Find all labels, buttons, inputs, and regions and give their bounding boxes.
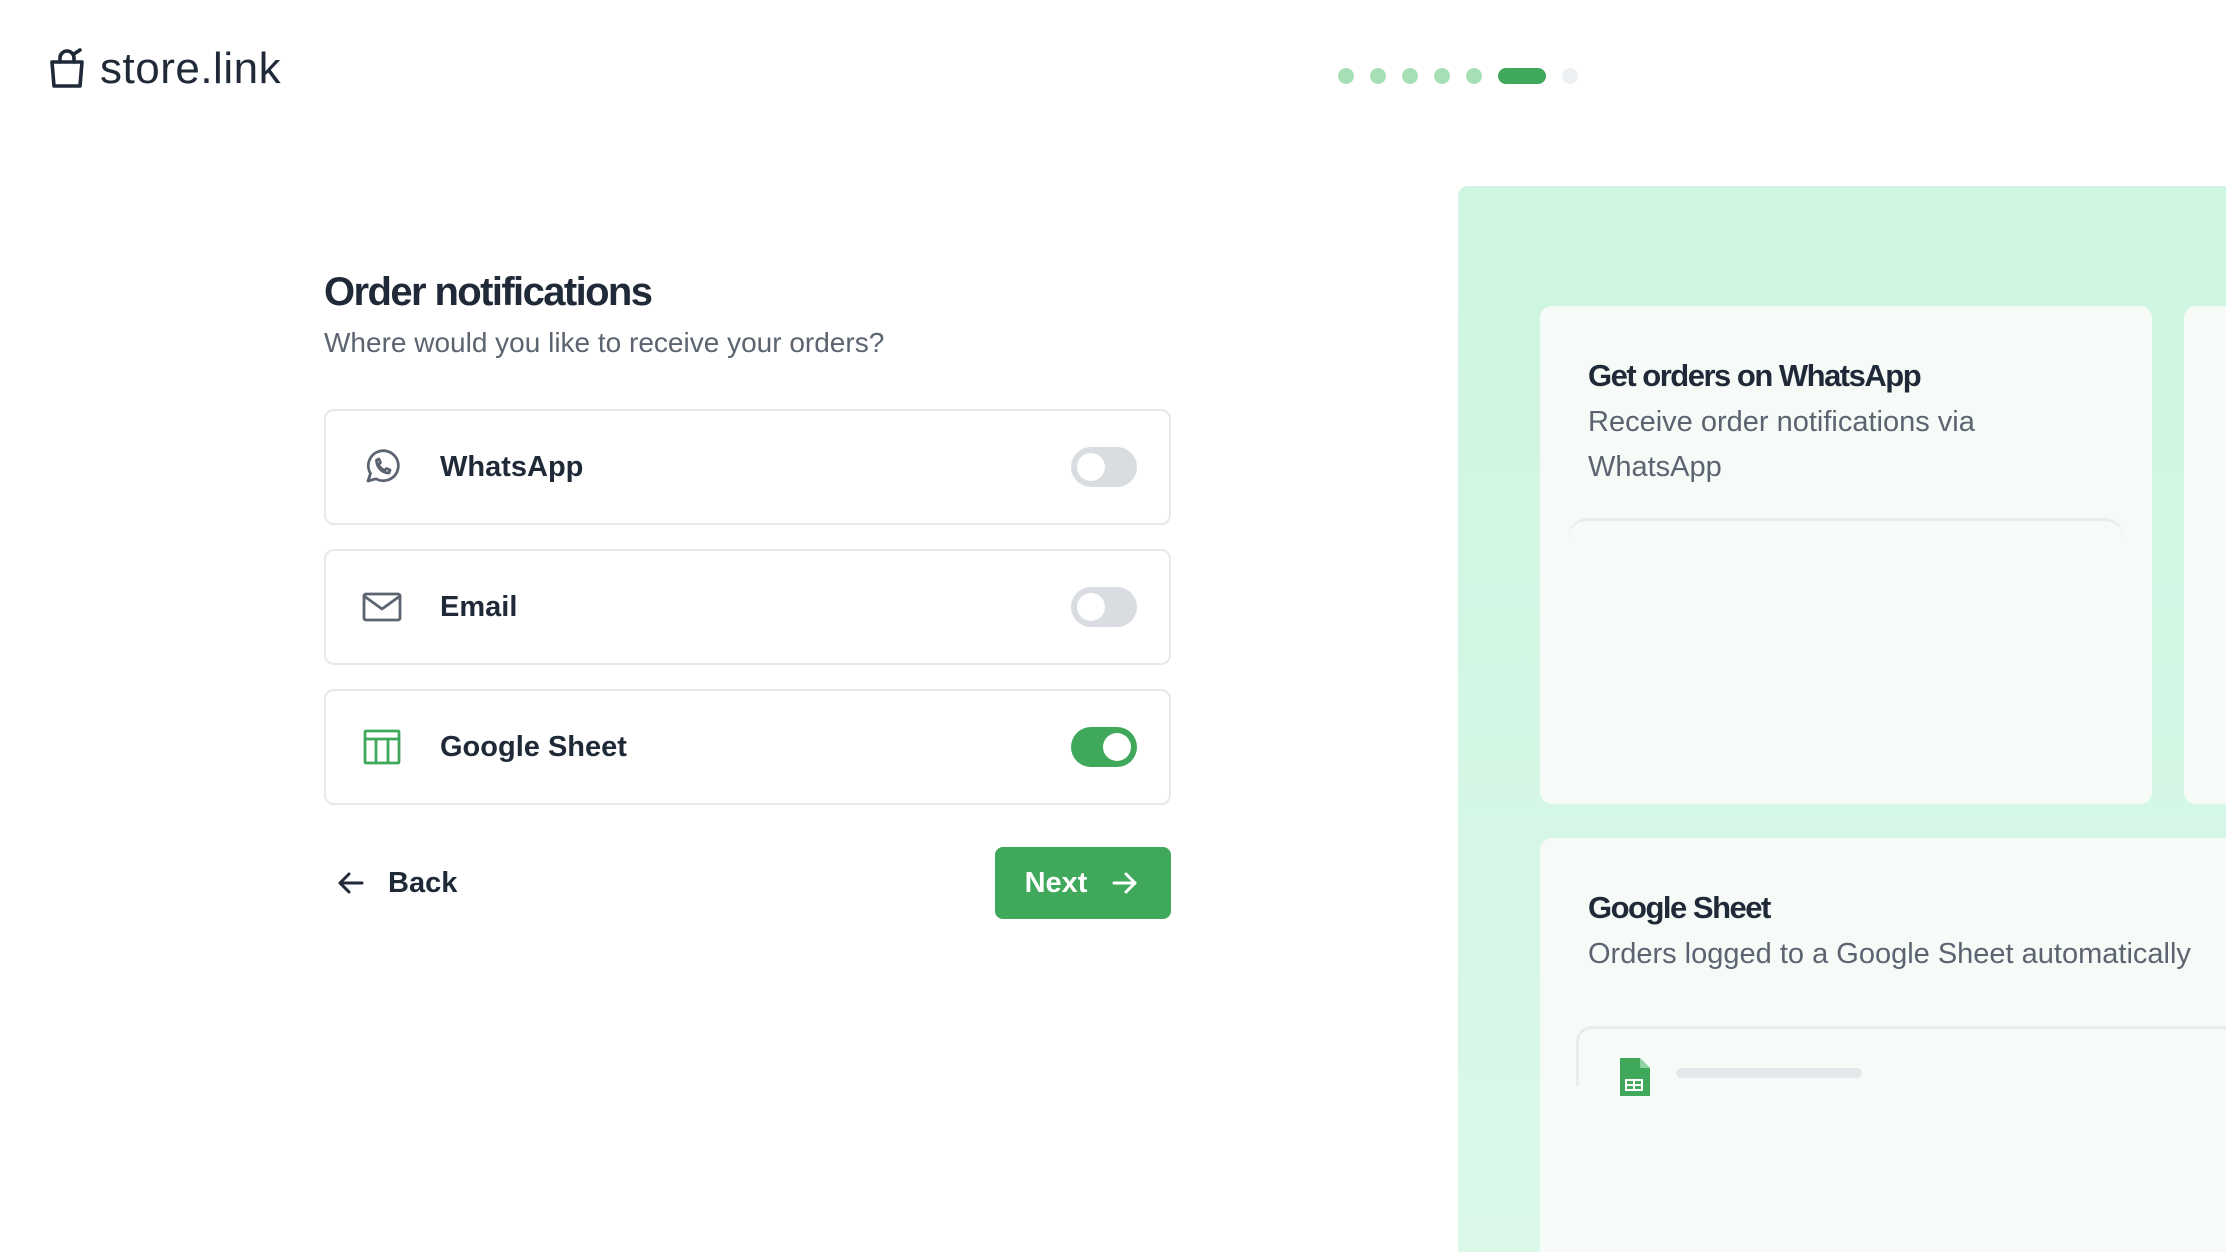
whatsapp-card-description: Receive order notifications via WhatsApp bbox=[1588, 406, 1975, 483]
progress-step-7 bbox=[1562, 68, 1578, 84]
toggle-knob bbox=[1077, 593, 1105, 621]
preview-panel: Get orders on WhatsApp Receive order not… bbox=[1458, 186, 2226, 1252]
option-label-whatsapp: WhatsApp bbox=[440, 450, 584, 483]
sheet-card-title: Google Sheet bbox=[1588, 890, 1771, 925]
whatsapp-preview-card: Get orders on WhatsApp Receive order not… bbox=[1540, 306, 2152, 804]
notifications-form: Order notifications Where would you like… bbox=[324, 270, 1171, 919]
option-label-google-sheet: Google Sheet bbox=[440, 730, 627, 763]
form-actions: Back Next bbox=[324, 847, 1171, 919]
progress-step-5 bbox=[1466, 68, 1482, 84]
back-label: Back bbox=[388, 866, 458, 899]
shopping-bag-icon bbox=[50, 48, 84, 88]
toggle-knob bbox=[1103, 733, 1131, 761]
step-progress bbox=[1338, 68, 1578, 84]
option-whatsapp[interactable]: WhatsApp bbox=[324, 409, 1171, 525]
whatsapp-toggle[interactable] bbox=[1071, 447, 1137, 487]
progress-step-4 bbox=[1434, 68, 1450, 84]
sheet-card-description: Orders logged to a Google Sheet automati… bbox=[1588, 938, 2191, 970]
page-title: Order notifications bbox=[324, 270, 653, 314]
page-subtitle: Where would you like to receive your ord… bbox=[324, 327, 885, 358]
table-icon bbox=[360, 725, 404, 769]
google-sheet-preview-card: Google Sheet Orders logged to a Google S… bbox=[1540, 838, 2226, 1252]
back-button[interactable]: Back bbox=[324, 866, 457, 900]
whatsapp-card-title: Get orders on WhatsApp bbox=[1588, 358, 1922, 393]
brand-name: store.link bbox=[100, 44, 282, 93]
option-email[interactable]: Email bbox=[324, 549, 1171, 665]
option-google-sheet[interactable]: Google Sheet bbox=[324, 689, 1171, 805]
email-preview-card bbox=[2184, 306, 2226, 804]
progress-step-1 bbox=[1338, 68, 1354, 84]
google-sheet-toggle[interactable] bbox=[1071, 727, 1137, 767]
arrow-right-icon bbox=[1112, 872, 1137, 894]
sheet-preview-mockup bbox=[1576, 1026, 2226, 1086]
next-label: Next bbox=[1024, 866, 1088, 899]
mail-icon bbox=[360, 585, 404, 629]
notification-options: WhatsApp Email Google Sheet bbox=[324, 409, 1171, 805]
email-toggle[interactable] bbox=[1071, 587, 1137, 627]
whatsapp-icon bbox=[360, 445, 404, 489]
google-sheets-file-icon bbox=[1620, 1058, 1650, 1096]
progress-step-2 bbox=[1370, 68, 1386, 84]
arrow-left-icon bbox=[338, 872, 364, 894]
whatsapp-preview-mockup bbox=[1568, 518, 2124, 808]
next-button[interactable]: Next bbox=[995, 847, 1171, 919]
progress-step-3 bbox=[1402, 68, 1418, 84]
option-label-email: Email bbox=[440, 590, 518, 623]
sheet-filename-placeholder bbox=[1676, 1068, 1862, 1078]
toggle-knob bbox=[1077, 453, 1105, 481]
brand-logo[interactable]: store.link bbox=[44, 44, 281, 94]
progress-step-6-current bbox=[1498, 68, 1546, 84]
